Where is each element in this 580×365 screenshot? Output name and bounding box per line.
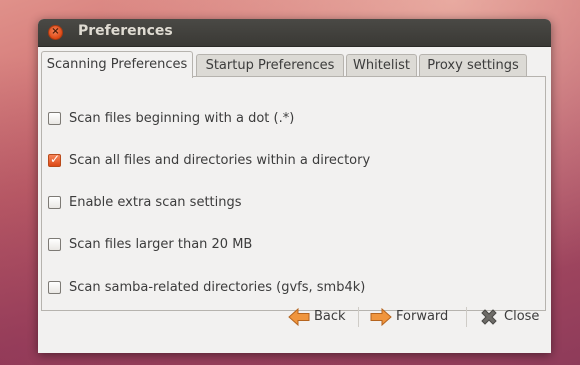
tab-scanning-preferences[interactable]: Scanning Preferences (41, 51, 193, 78)
arrow-left-icon (288, 307, 310, 327)
button-bar: Back Forward Close (38, 303, 551, 339)
option-label: Scan files beginning with a dot (.*) (69, 111, 295, 126)
tab-whitelist[interactable]: Whitelist (346, 54, 417, 77)
option-label: Scan all files and directories within a … (69, 153, 371, 168)
forward-label: Forward (396, 309, 449, 324)
tab-proxy-settings[interactable]: Proxy settings (419, 54, 527, 77)
arrow-right-icon (370, 307, 392, 327)
titlebar: × Preferences (38, 19, 551, 47)
option-label: Scan samba-related directories (gvfs, sm… (69, 280, 366, 295)
preferences-window: × Preferences Scanning Preferences Start… (38, 19, 551, 353)
scanning-preferences-panel: Scan files beginning with a dot (.*) ✓ S… (41, 76, 546, 311)
checkbox-checked[interactable]: ✓ (48, 152, 61, 167)
close-icon: × (51, 26, 60, 37)
option-label: Enable extra scan settings (69, 195, 242, 210)
checkbox[interactable] (48, 112, 61, 125)
window-close-button[interactable]: × (48, 25, 63, 40)
tab-startup-preferences[interactable]: Startup Preferences (196, 54, 344, 77)
close-x-icon (481, 309, 497, 325)
close-button[interactable]: Close (479, 303, 545, 331)
back-button[interactable]: Back (288, 303, 350, 331)
close-label: Close (504, 309, 540, 324)
checkbox[interactable] (48, 281, 61, 294)
checkbox[interactable] (48, 238, 61, 251)
option-label: Scan files larger than 20 MB (69, 237, 253, 252)
divider (358, 307, 359, 327)
back-label: Back (314, 309, 346, 324)
checkbox[interactable] (48, 196, 61, 209)
checkmark-icon: ✓ (50, 152, 61, 166)
window-title: Preferences (78, 23, 173, 39)
divider (466, 307, 467, 327)
forward-button[interactable]: Forward (370, 303, 456, 331)
